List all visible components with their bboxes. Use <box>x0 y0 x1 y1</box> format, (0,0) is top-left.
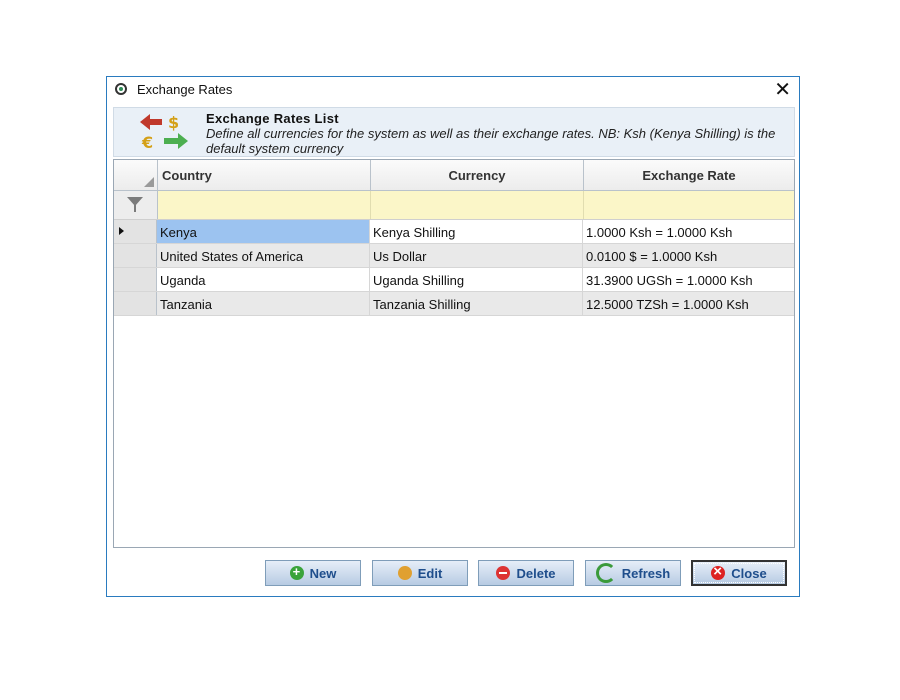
grid-rows: Kenya Kenya Shilling 1.0000 Ksh = 1.0000… <box>114 220 794 316</box>
delete-button-label: Delete <box>516 565 556 581</box>
cell-country[interactable]: Tanzania <box>157 292 370 315</box>
table-row[interactable]: United States of America Us Dollar 0.010… <box>114 244 794 268</box>
cell-currency[interactable]: Uganda Shilling <box>370 268 583 291</box>
cell-currency[interactable]: Kenya Shilling <box>370 220 583 243</box>
filter-cell-exchange-rate[interactable] <box>584 191 794 219</box>
row-selector[interactable] <box>114 220 157 243</box>
cell-currency[interactable]: Tanzania Shilling <box>370 292 583 315</box>
add-icon <box>289 564 304 580</box>
cell-exchange-rate[interactable]: 0.0100 $ = 1.0000 Ksh <box>583 244 794 267</box>
new-button[interactable]: New <box>265 560 361 586</box>
table-row[interactable]: Tanzania Tanzania Shilling 12.5000 TZSh … <box>114 292 794 316</box>
delete-button[interactable]: Delete <box>478 560 574 586</box>
cell-exchange-rate[interactable]: 1.0000 Ksh = 1.0000 Ksh <box>583 220 794 243</box>
header-description: Define all currencies for the system as … <box>206 126 776 156</box>
refresh-button-label: Refresh <box>621 565 671 581</box>
new-button-label: New <box>309 565 337 581</box>
svg-text:€: € <box>141 133 153 152</box>
edit-button-label: Edit <box>417 565 443 581</box>
button-bar: New Edit Delete Refresh Close <box>265 560 787 586</box>
exchange-rates-grid[interactable]: Country Currency Exchange Rate Kenya Ken… <box>113 159 795 548</box>
current-row-arrow-icon <box>119 227 124 235</box>
column-header-country[interactable]: Country <box>158 160 371 190</box>
cell-country[interactable]: Uganda <box>157 268 370 291</box>
filter-cell-country[interactable] <box>158 191 371 219</box>
app-gear-icon <box>115 83 127 95</box>
cell-exchange-rate[interactable]: 12.5000 TZSh = 1.0000 Ksh <box>583 292 794 315</box>
pencil-icon <box>394 563 415 583</box>
column-header-currency[interactable]: Currency <box>371 160 584 190</box>
table-row[interactable]: Kenya Kenya Shilling 1.0000 Ksh = 1.0000… <box>114 220 794 244</box>
edit-button[interactable]: Edit <box>372 560 468 586</box>
table-row[interactable]: Uganda Uganda Shilling 31.3900 UGSh = 1.… <box>114 268 794 292</box>
row-selector[interactable] <box>114 244 157 267</box>
filter-selector <box>114 191 158 219</box>
row-selector[interactable] <box>114 292 157 315</box>
cell-currency[interactable]: Us Dollar <box>370 244 583 267</box>
filter-cell-currency[interactable] <box>371 191 584 219</box>
title-bar: Exchange Rates ✕ <box>107 77 799 103</box>
close-icon <box>711 563 726 580</box>
exchange-rates-window: Exchange Rates ✕ $ € Exchange Rates List… <box>106 76 800 597</box>
filter-icon <box>127 197 143 212</box>
window-title: Exchange Rates <box>137 82 233 97</box>
column-header-exchange-rate[interactable]: Exchange Rate <box>584 160 794 190</box>
refresh-icon <box>595 563 616 583</box>
row-selector[interactable] <box>114 268 157 291</box>
cell-country[interactable]: United States of America <box>157 244 370 267</box>
cell-exchange-rate[interactable]: 31.3900 UGSh = 1.0000 Ksh <box>583 268 794 291</box>
cell-country[interactable]: Kenya <box>157 220 370 243</box>
svg-text:$: $ <box>168 113 179 132</box>
close-button-label: Close <box>731 565 767 581</box>
grid-corner <box>114 160 158 190</box>
close-button[interactable]: Close <box>691 560 787 586</box>
header-panel: $ € Exchange Rates List Define all curre… <box>113 107 795 157</box>
filter-row <box>114 191 794 220</box>
window-close-icon[interactable]: ✕ <box>774 78 791 102</box>
refresh-button[interactable]: Refresh <box>585 560 681 586</box>
currency-exchange-icon: $ € <box>140 113 188 152</box>
delete-icon <box>496 566 511 580</box>
grid-header: Country Currency Exchange Rate <box>114 160 794 191</box>
header-title: Exchange Rates List <box>206 111 339 126</box>
